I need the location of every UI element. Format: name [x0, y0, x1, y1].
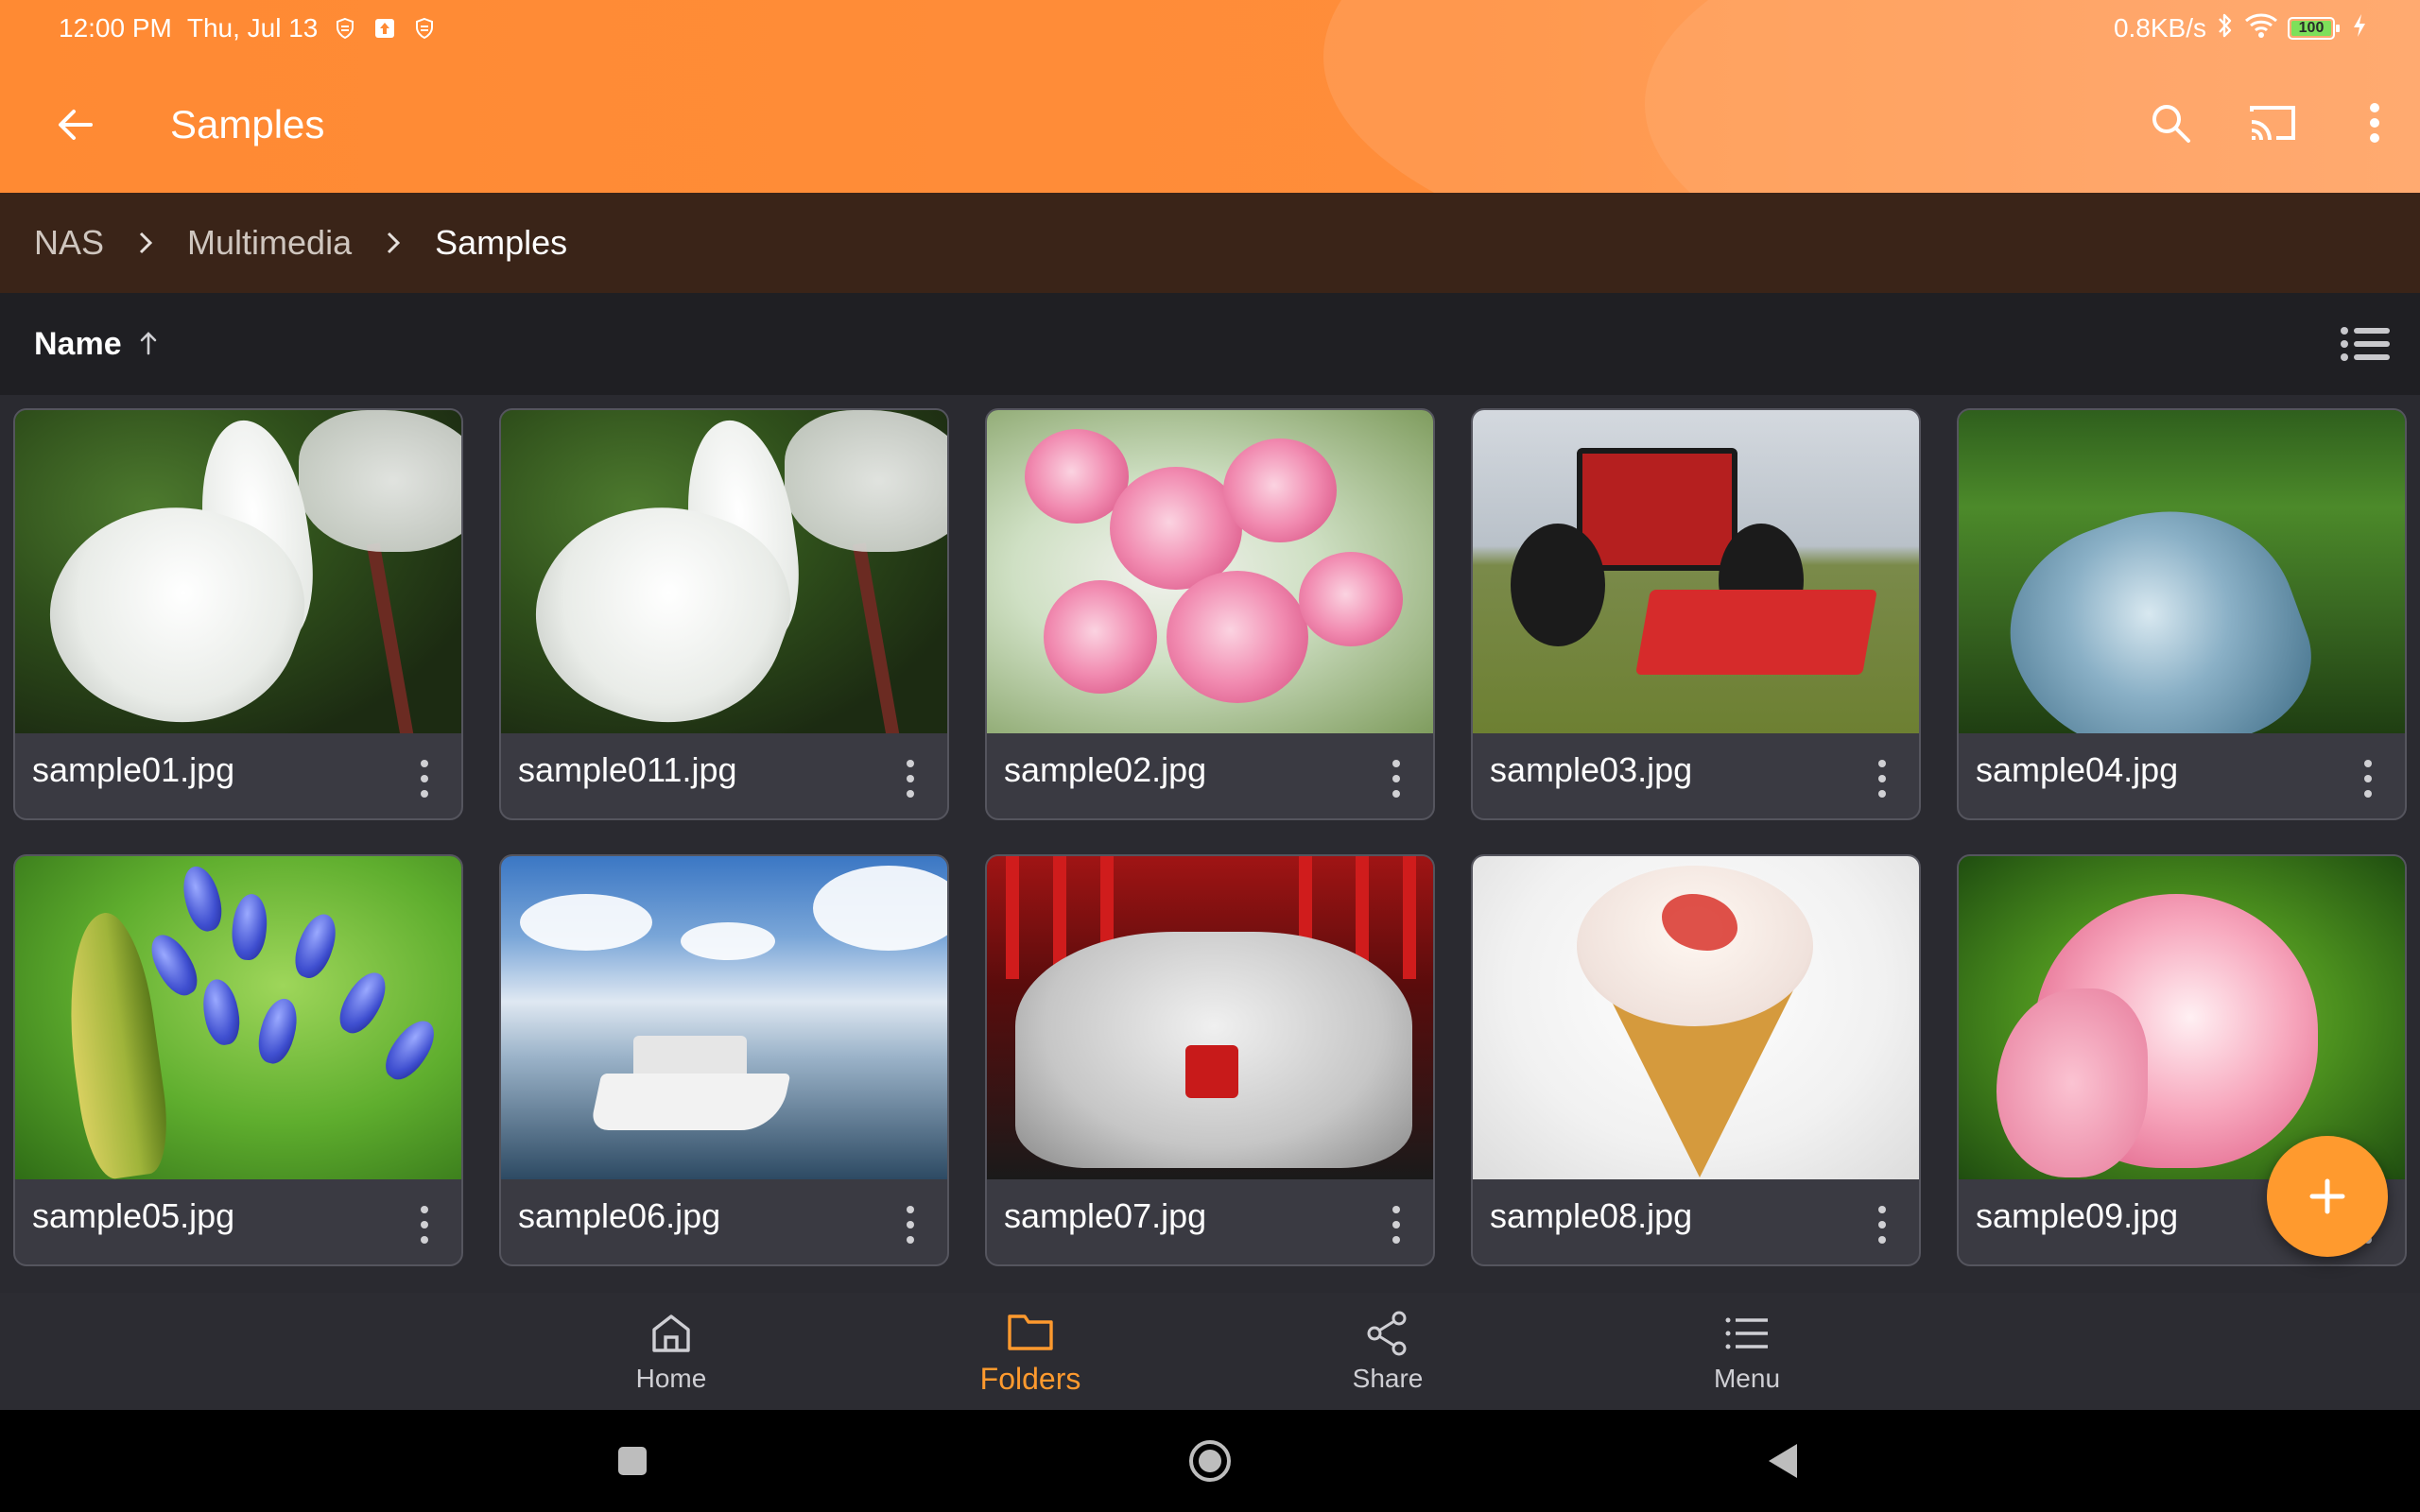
nav-item-menu[interactable]: Menu [1643, 1293, 1851, 1410]
more-vert-icon[interactable] [410, 1200, 439, 1249]
add-fab-button[interactable] [2267, 1136, 2388, 1257]
file-card[interactable]: sample011.jpg [499, 408, 949, 820]
file-grid: sample01.jpg sample011.jpg sample02.jpg [0, 395, 2420, 1293]
nav-item-home[interactable]: Home [567, 1293, 775, 1410]
wifi-icon [2244, 12, 2278, 45]
chevron-right-icon [380, 230, 406, 256]
nav-item-share[interactable]: Share [1284, 1293, 1492, 1410]
file-name: sample07.jpg [1004, 1196, 1207, 1235]
nav-item-folders[interactable]: Folders [926, 1293, 1134, 1410]
thumbnail-image [15, 856, 461, 1179]
status-bar-left: 12:00 PM Thu, Jul 13 [59, 11, 437, 45]
nav-label-home: Home [635, 1364, 707, 1393]
file-name: sample06.jpg [518, 1196, 721, 1235]
file-name: sample011.jpg [518, 750, 737, 789]
arrow-left-icon [59, 110, 93, 140]
app-header: 12:00 PM Thu, Jul 13 0.8KB/s 100 Samples [0, 0, 2420, 193]
status-bar-right: 0.8KB/s 100 [2114, 11, 2367, 45]
chevron-right-icon [132, 230, 159, 256]
more-vert-icon[interactable] [1868, 754, 1896, 803]
file-name: sample05.jpg [32, 1196, 235, 1235]
nav-label-share: Share [1352, 1364, 1424, 1393]
app-bar-actions [2140, 93, 2405, 153]
breadcrumb-item-multimedia[interactable]: Multimedia [187, 223, 352, 263]
thumbnail-image [501, 856, 947, 1179]
breadcrumb: NAS Multimedia Samples [0, 193, 2420, 293]
breadcrumb-item-samples[interactable]: Samples [435, 223, 567, 263]
cast-button[interactable] [2242, 93, 2303, 153]
system-navigation-bar [0, 1410, 2420, 1512]
bluetooth-icon [2216, 11, 2235, 46]
thumbnail-image [1473, 410, 1919, 733]
plus-icon [2309, 1178, 2345, 1214]
list-view-toggle-icon[interactable] [2339, 321, 2392, 367]
battery-icon: 100 [2288, 17, 2340, 40]
system-back-button[interactable] [1756, 1435, 1809, 1487]
sort-by-name-button[interactable]: Name [34, 326, 122, 363]
file-card[interactable]: sample01.jpg [13, 408, 463, 820]
file-name: sample04.jpg [1976, 750, 2179, 789]
thumbnail-image [987, 856, 1433, 1179]
recents-icon [618, 1447, 647, 1475]
upload-icon [372, 16, 397, 41]
nav-label-folders: Folders [979, 1361, 1081, 1396]
more-vert-icon[interactable] [1868, 1200, 1896, 1249]
file-name: sample02.jpg [1004, 750, 1207, 789]
more-vert-icon[interactable] [410, 754, 439, 803]
file-name: sample09.jpg [1976, 1196, 2179, 1235]
more-options-button[interactable] [2344, 93, 2405, 153]
home-icon [652, 1314, 690, 1352]
menu-icon [1725, 1317, 1768, 1349]
more-vert-icon[interactable] [896, 754, 925, 803]
search-icon [2152, 105, 2190, 143]
bottom-navigation: Home Folders Share Menu [0, 1293, 2420, 1410]
nav-label-menu: Menu [1713, 1364, 1781, 1393]
more-vert-icon [2370, 103, 2379, 143]
file-name: sample03.jpg [1490, 750, 1693, 789]
status-time: 12:00 PM [59, 13, 172, 43]
file-card[interactable]: sample02.jpg [985, 408, 1435, 820]
app-root: 12:00 PM Thu, Jul 13 0.8KB/s 100 Samples… [0, 0, 2420, 1512]
more-vert-icon[interactable] [1382, 1200, 1410, 1249]
sort-bar: Name [0, 293, 2420, 395]
thumbnail-image [1959, 856, 2405, 1179]
file-card[interactable]: sample06.jpg [499, 854, 949, 1266]
file-card[interactable]: sample04.jpg [1957, 408, 2407, 820]
more-vert-icon[interactable] [1382, 754, 1410, 803]
breadcrumb-item-nas[interactable]: NAS [34, 223, 104, 263]
search-button[interactable] [2140, 93, 2201, 153]
recents-button[interactable] [606, 1435, 659, 1487]
shield-icon [333, 16, 357, 41]
file-card[interactable]: sample07.jpg [985, 854, 1435, 1266]
arrow-up-icon [140, 332, 157, 355]
home-circle-icon [1189, 1440, 1231, 1482]
thumbnail-image [15, 410, 461, 733]
page-title: Samples [170, 102, 325, 146]
thumbnail-image [987, 410, 1433, 733]
folder-icon [1008, 1314, 1053, 1350]
share-icon [1367, 1311, 1407, 1356]
thumbnail-image [1473, 856, 1919, 1179]
system-home-button[interactable] [1184, 1435, 1236, 1487]
thumbnail-image [1959, 410, 2405, 733]
back-triangle-icon [1769, 1444, 1797, 1478]
status-date: Thu, Jul 13 [186, 13, 319, 43]
cast-icon [2250, 106, 2295, 141]
thumbnail-image [501, 410, 947, 733]
file-card[interactable]: sample03.jpg [1471, 408, 1921, 820]
network-speed: 0.8KB/s [2113, 13, 2206, 43]
more-vert-icon[interactable] [2354, 754, 2382, 803]
file-card[interactable]: sample08.jpg [1471, 854, 1921, 1266]
shield-icon [412, 16, 437, 41]
file-card[interactable]: sample05.jpg [13, 854, 463, 1266]
file-name: sample08.jpg [1490, 1196, 1693, 1235]
charging-icon [2352, 12, 2367, 45]
back-button[interactable] [49, 98, 102, 151]
file-name: sample01.jpg [32, 750, 235, 789]
more-vert-icon[interactable] [896, 1200, 925, 1249]
battery-level: 100 [2298, 20, 2325, 36]
